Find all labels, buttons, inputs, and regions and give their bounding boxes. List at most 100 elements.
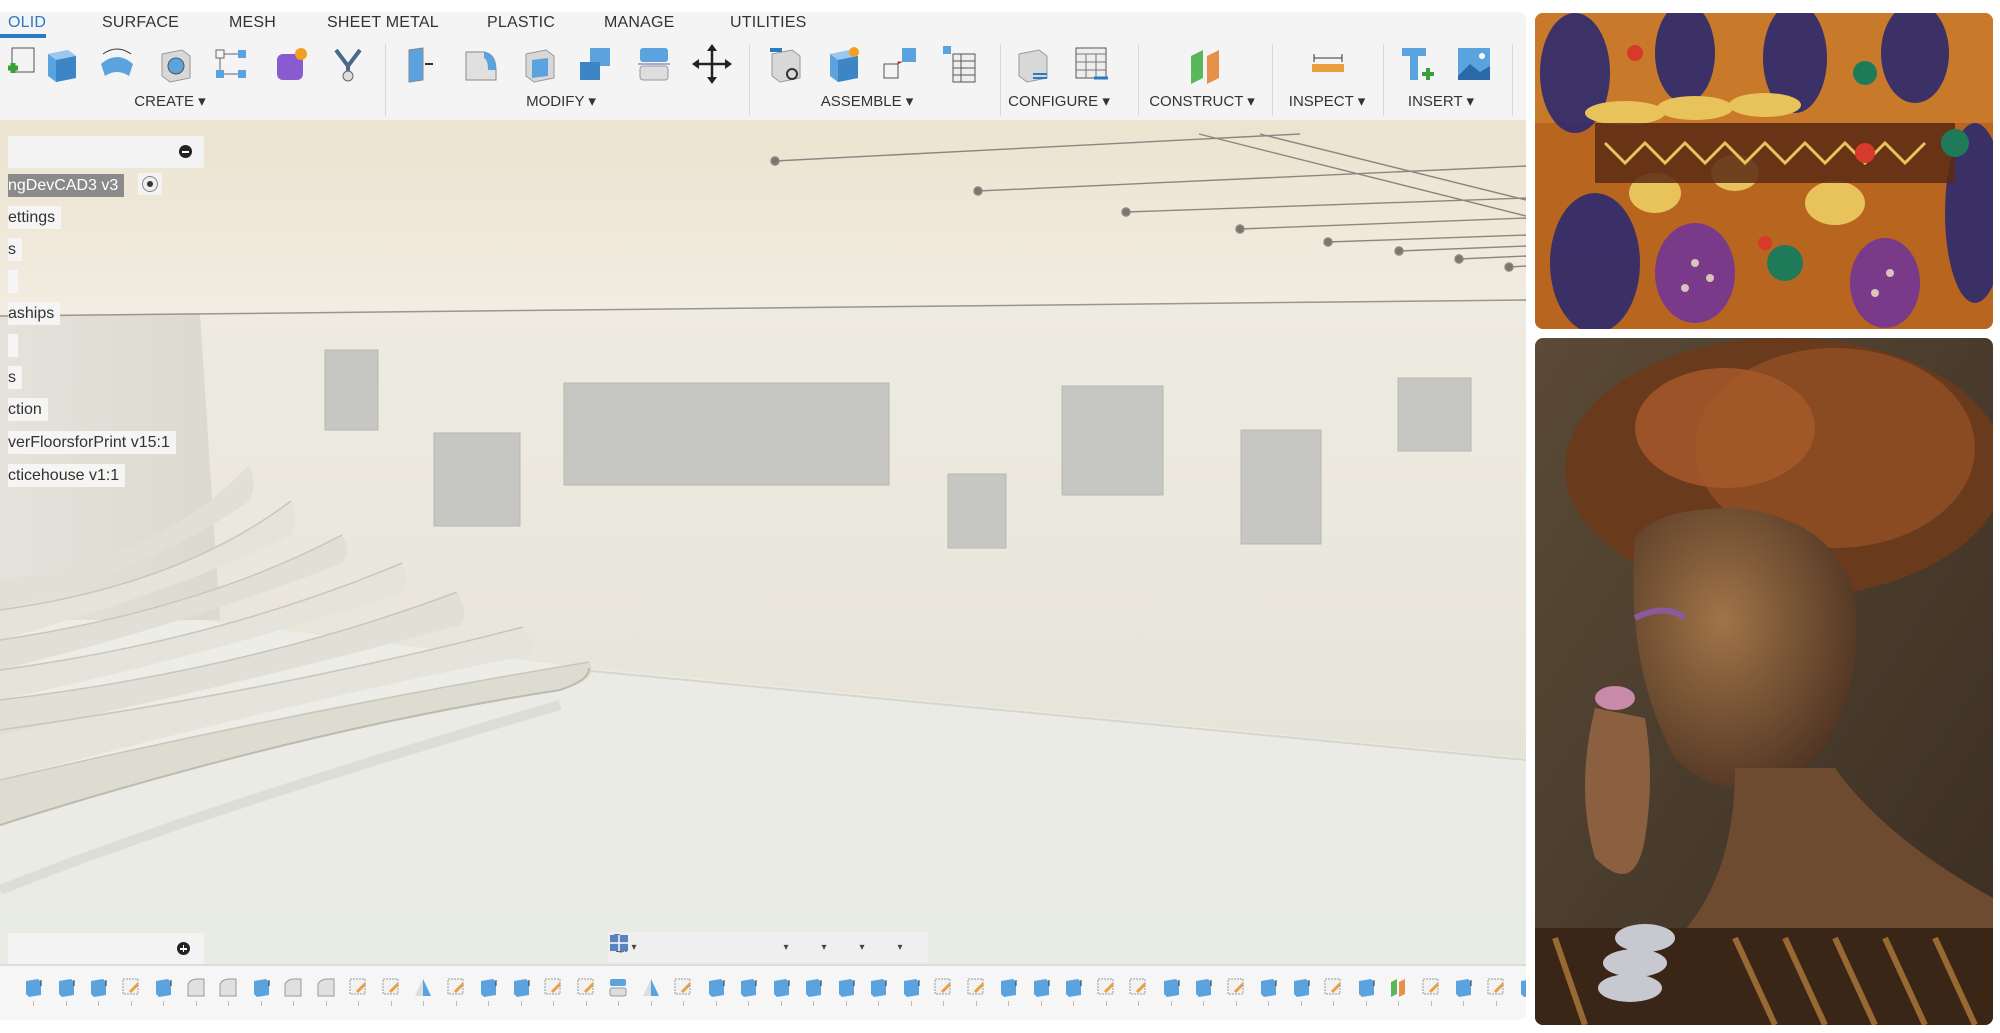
frame[interactable]: [1397, 377, 1472, 452]
pattern-icon[interactable]: [210, 42, 254, 86]
browser-node[interactable]: s: [8, 366, 22, 389]
timeline-sketch-feature[interactable]: [347, 976, 371, 1006]
joint-icon[interactable]: [878, 42, 922, 86]
group-menu-modify[interactable]: MODIFY ▾: [526, 92, 596, 110]
extrude-icon[interactable]: [38, 42, 82, 86]
timeline-extrude-feature[interactable]: [250, 976, 274, 1006]
scene-render[interactable]: [0, 120, 1526, 964]
timeline-extrude-feature[interactable]: [1030, 976, 1054, 1006]
display-settings-icon[interactable]: ▾: [610, 934, 840, 960]
timeline-draft-feature[interactable]: [640, 976, 664, 1006]
insert-derive-icon[interactable]: [764, 42, 808, 86]
group-menu-create[interactable]: CREATE ▾: [134, 92, 205, 110]
timeline-sketch-feature[interactable]: [1225, 976, 1249, 1006]
configure-body-icon[interactable]: [1011, 42, 1055, 86]
timeline-sketch-feature[interactable]: [575, 976, 599, 1006]
tab-plastic[interactable]: PLASTIC: [487, 14, 555, 32]
offset-plane-icon[interactable]: [1183, 42, 1227, 86]
timeline-extrude-feature[interactable]: [510, 976, 534, 1006]
group-menu-inspect[interactable]: INSPECT ▾: [1289, 92, 1365, 110]
browser-node[interactable]: s: [8, 238, 22, 261]
tab-utilities[interactable]: UTILITIES: [730, 14, 806, 32]
bom-table-icon[interactable]: [937, 42, 981, 86]
visual-style-icon[interactable]: ▾: [611, 934, 878, 960]
timeline-sketch-feature[interactable]: [1095, 976, 1119, 1006]
move-icon[interactable]: [690, 42, 734, 86]
browser-node[interactable]: [8, 334, 18, 357]
3d-viewport[interactable]: ngDevCAD3 v3 ettings s aships s ction verFlo…: [0, 120, 1526, 964]
form-icon[interactable]: [269, 42, 313, 86]
tab-sheet-metal[interactable]: SHEET METAL: [327, 14, 439, 32]
browser-node[interactable]: ngDevCAD3 v3: [8, 174, 125, 197]
browser-node[interactable]: ettings: [8, 206, 62, 229]
zoom-icon[interactable]: [610, 934, 764, 960]
group-menu-assemble[interactable]: ASSEMBLE ▾: [821, 92, 914, 110]
hole-icon[interactable]: [154, 42, 198, 86]
tab-surface[interactable]: SURFACE: [102, 14, 179, 32]
timeline-sketch-feature[interactable]: [542, 976, 566, 1006]
fusion-icon[interactable]: [326, 42, 370, 86]
timeline-extrude-feature[interactable]: [477, 976, 501, 1006]
timeline-sketch-feature[interactable]: [672, 976, 696, 1006]
revolve-icon[interactable]: [95, 42, 139, 86]
browser-node[interactable]: [8, 270, 18, 293]
split-body-icon[interactable]: [632, 42, 676, 86]
tab-mesh[interactable]: MESH: [229, 14, 276, 32]
timeline-extrude-feature[interactable]: [1192, 976, 1216, 1006]
timeline-extrude-feature[interactable]: [1062, 976, 1086, 1006]
expand-comments-icon[interactable]: [177, 942, 190, 955]
timeline-sketch-feature[interactable]: [1127, 976, 1151, 1006]
browser-node[interactable]: ction: [8, 398, 48, 421]
tab-olid[interactable]: OLID: [8, 14, 46, 32]
group-menu-construct[interactable]: CONSTRUCT ▾: [1149, 92, 1255, 110]
frame[interactable]: [1061, 385, 1164, 496]
configure-table-icon[interactable]: [1070, 42, 1114, 86]
frame[interactable]: [563, 382, 890, 486]
timeline-extrude-feature[interactable]: [152, 976, 176, 1006]
insert-mcmaster-icon[interactable]: [1394, 42, 1438, 86]
timeline-extrude-feature[interactable]: [737, 976, 761, 1006]
fillet-icon[interactable]: [458, 42, 502, 86]
active-document-radio[interactable]: [138, 173, 162, 195]
timeline-sketch-feature[interactable]: [1322, 976, 1346, 1006]
timeline-extrude-feature[interactable]: [1517, 976, 1526, 1006]
timeline-extrude-feature[interactable]: [1452, 976, 1476, 1006]
timeline-extrude-feature[interactable]: [867, 976, 891, 1006]
zoom-window-icon[interactable]: ▾: [610, 934, 802, 960]
comments-panel-header[interactable]: [8, 933, 204, 964]
timeline-sketch-feature[interactable]: [965, 976, 989, 1006]
frame[interactable]: [1240, 429, 1322, 545]
timeline-fillet-feature[interactable]: [282, 976, 306, 1006]
timeline-sketch-feature[interactable]: [932, 976, 956, 1006]
frame[interactable]: [947, 473, 1007, 549]
timeline-extrude-feature[interactable]: [1257, 976, 1281, 1006]
timeline-extrude-feature[interactable]: [1355, 976, 1379, 1006]
timeline-sketch-feature[interactable]: [1420, 976, 1444, 1006]
tab-manage[interactable]: MANAGE: [604, 14, 675, 32]
pan-icon[interactable]: [613, 934, 726, 960]
group-menu-configure[interactable]: CONFIGURE ▾: [1008, 92, 1110, 110]
browser-node[interactable]: cticehouse v1:1: [8, 464, 126, 487]
timeline-split-feature[interactable]: [607, 976, 631, 1006]
timeline-extrude-feature[interactable]: [835, 976, 859, 1006]
press-pull-icon[interactable]: [399, 42, 443, 86]
frame[interactable]: [433, 432, 521, 527]
timeline-extrude-feature[interactable]: [802, 976, 826, 1006]
new-component-icon[interactable]: [820, 42, 864, 86]
browser-node[interactable]: verFloorsforPrint v15:1: [8, 431, 176, 454]
timeline-extrude-feature[interactable]: [770, 976, 794, 1006]
timeline-sketch-feature[interactable]: [445, 976, 469, 1006]
combine-icon[interactable]: [574, 42, 618, 86]
shell-icon[interactable]: [518, 42, 562, 86]
timeline-fillet-feature[interactable]: [315, 976, 339, 1006]
timeline-sketch-feature[interactable]: [380, 976, 404, 1006]
timeline-sketch-feature[interactable]: [1485, 976, 1509, 1006]
timeline-construct-feature[interactable]: [1387, 976, 1411, 1006]
timeline-fillet-feature[interactable]: [185, 976, 209, 1006]
sketch-plus-icon[interactable]: [0, 42, 38, 86]
collapse-browser-icon[interactable]: [179, 145, 192, 158]
timeline-extrude-feature[interactable]: [55, 976, 79, 1006]
measure-icon[interactable]: [1306, 42, 1350, 86]
viewports-icon[interactable]: ▾: [610, 934, 916, 960]
browser-panel-header[interactable]: [8, 136, 204, 168]
